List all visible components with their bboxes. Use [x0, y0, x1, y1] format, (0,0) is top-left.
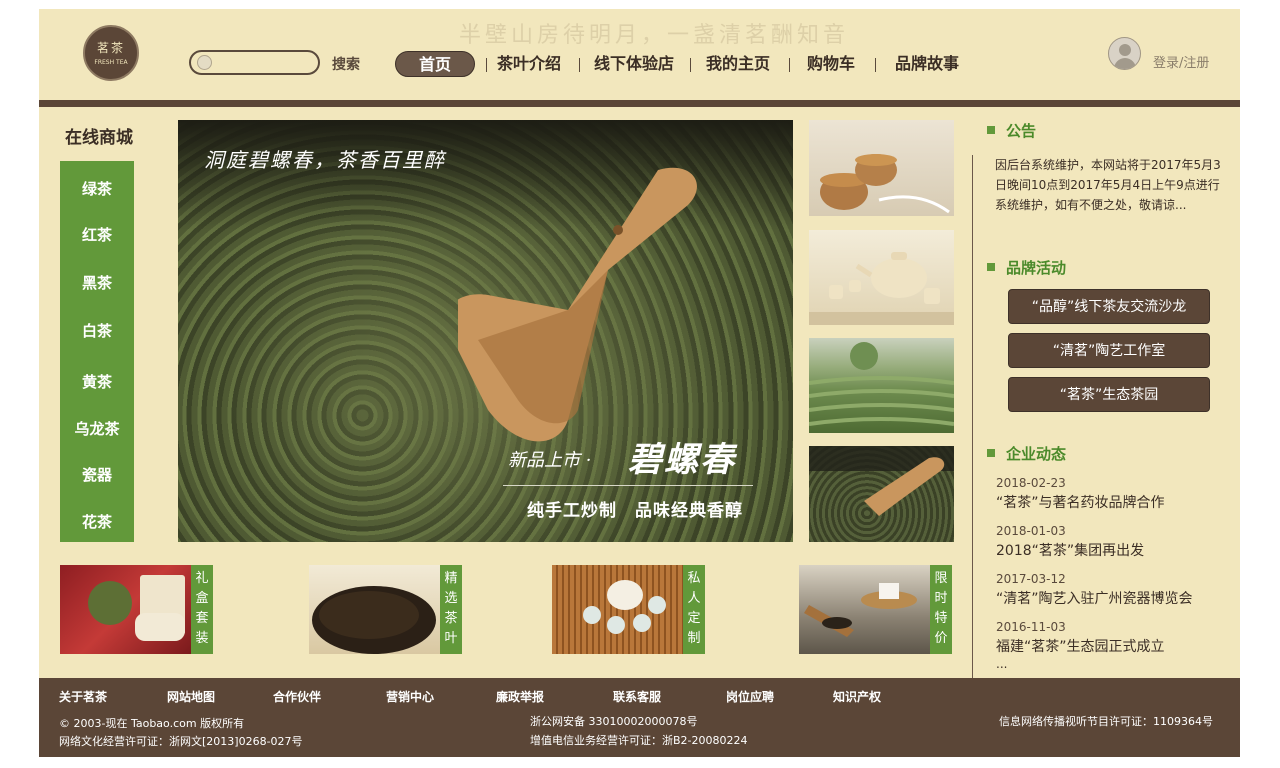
category-list: 绿茶 红茶 黑茶 白茶 黄茶 乌龙茶 瓷器 花茶	[60, 161, 134, 542]
footer-link-jobs[interactable]: 岗位应聘	[726, 688, 774, 705]
category-black-tea[interactable]: 红茶	[60, 224, 134, 245]
news-date: 2016-11-03	[996, 620, 1066, 634]
news-item[interactable]: “清茗”陶艺入驻广州瓷器博览会	[996, 588, 1193, 608]
nav-separator	[690, 58, 691, 72]
notice-title: 公告	[1006, 122, 1037, 140]
product-label: 精选茶叶	[440, 565, 462, 654]
footer-link-sitemap[interactable]: 网站地图	[167, 688, 215, 705]
logo-subtext: FRESH TEA	[94, 59, 128, 66]
news-title: 企业动态	[1006, 445, 1067, 463]
news-item[interactable]: “茗茶”与著名药妆品牌合作	[996, 492, 1165, 512]
hero-banner[interactable]: 洞庭碧螺春，茶香百里醉 新品上市 · 碧螺春 纯手工炒制 品味经典香醇	[178, 120, 793, 542]
thumbnail-biluochun-banner[interactable]	[809, 446, 954, 542]
footer-link-partners[interactable]: 合作伙伴	[273, 688, 321, 705]
nav-brand-story[interactable]: 品牌故事	[895, 51, 959, 77]
news-item[interactable]: 福建“茗茶”生态园正式成立	[996, 636, 1165, 656]
nav-cart[interactable]: 购物车	[807, 51, 855, 77]
page: 茗茶 FRESH TEA 半壁山房待明月，一盏清茗酬知音 搜索 首页 茶叶介绍 …	[39, 9, 1240, 757]
banner-divider	[503, 485, 753, 486]
bullet-icon	[987, 125, 995, 134]
footer-link-about[interactable]: 关于茗茶	[59, 688, 107, 705]
column-divider	[972, 155, 973, 680]
bullet-icon	[987, 448, 995, 457]
header-divider	[39, 100, 1240, 107]
search-button[interactable]: 搜索	[332, 54, 360, 74]
nav-offline-store[interactable]: 线下体验店	[594, 51, 674, 77]
footer: 关于茗茶 网站地图 合作伙伴 营销中心 廉政举报 联系客服 岗位应聘 知识产权 …	[39, 678, 1240, 757]
footer-culture-license: 网络文化经营许可证：浙网文[2013]0268-027号	[59, 735, 303, 748]
notice-heading: 公告	[987, 120, 1036, 141]
category-dark-tea[interactable]: 黑茶	[60, 272, 134, 293]
search-box	[189, 50, 320, 75]
search-input[interactable]	[217, 53, 315, 72]
category-green-tea[interactable]: 绿茶	[60, 178, 134, 199]
nav-home[interactable]: 首页	[395, 51, 475, 77]
nav-my-page[interactable]: 我的主页	[706, 51, 770, 77]
nav-separator	[789, 58, 790, 72]
nav-separator	[875, 58, 876, 72]
footer-link-support[interactable]: 联系客服	[613, 688, 661, 705]
header-slogan: 半壁山房待明月，一盏清茗酬知音	[459, 23, 850, 48]
category-porcelain[interactable]: 瓷器	[60, 464, 134, 485]
footer-copyright: © 2003-现在 Taobao.com 版权所有	[59, 717, 245, 730]
banner-heading: 洞庭碧螺春，茶香百里醉	[204, 148, 446, 172]
nav-separator	[579, 58, 580, 72]
banner-subtitle: 纯手工炒制 品味经典香醇	[527, 501, 743, 521]
notice-text: 因后台系统维护，本网站将于2017年5月3日晚间10点到2017年5月4日上午9…	[995, 158, 1221, 212]
news-heading: 企业动态	[987, 443, 1066, 464]
footer-link-ip[interactable]: 知识产权	[833, 688, 881, 705]
activity-button-pottery[interactable]: “清茗”陶艺工作室	[1008, 333, 1210, 368]
news-date: 2018-01-03	[996, 524, 1066, 538]
footer-icp: 浙公网安备 33010002000078号	[530, 715, 698, 728]
nav-tea-intro[interactable]: 茶叶介绍	[497, 51, 561, 77]
product-label: 限时特价	[930, 565, 952, 654]
thumbnail-teapot-set[interactable]	[809, 230, 954, 325]
banner-new-tag: 新品上市 ·	[508, 450, 592, 471]
footer-av-license: 信息网络传播视听节目许可证：1109364号	[999, 715, 1213, 728]
wooden-scoop-image	[458, 167, 697, 442]
category-oolong[interactable]: 乌龙茶	[60, 418, 134, 439]
header: 茗茶 FRESH TEA 半壁山房待明月，一盏清茗酬知音 搜索 首页 茶叶介绍 …	[39, 9, 1240, 99]
activity-button-tea-garden[interactable]: “茗茶”生态茶园	[1008, 377, 1210, 412]
sidebar-title: 在线商城	[65, 128, 133, 148]
category-flower-tea[interactable]: 花茶	[60, 511, 134, 532]
category-white-tea[interactable]: 白茶	[60, 320, 134, 341]
category-yellow-tea[interactable]: 黄茶	[60, 371, 134, 392]
news-date: 2017-03-12	[996, 572, 1066, 586]
footer-telecom-license: 增值电信业务经营许可证：浙B2-20080224	[530, 734, 748, 747]
activity-button-salon[interactable]: “品醇”线下茶友交流沙龙	[1008, 289, 1210, 324]
news-item[interactable]: 2018“茗茶”集团再出发	[996, 540, 1144, 560]
product-label: 私人定制	[683, 565, 705, 654]
activities-title: 品牌活动	[1006, 259, 1067, 277]
brand-logo[interactable]: 茗茶 FRESH TEA	[83, 25, 139, 81]
user-avatar-icon[interactable]	[1108, 37, 1141, 70]
news-more[interactable]: ...	[996, 657, 1007, 671]
bullet-icon	[987, 262, 995, 271]
logo-text: 茗茶	[96, 41, 125, 55]
nav-separator	[486, 58, 487, 72]
footer-link-report[interactable]: 廉政举报	[496, 688, 544, 705]
news-date: 2018-02-23	[996, 476, 1066, 490]
login-register-link[interactable]: 登录/注册	[1153, 52, 1209, 71]
thumbnail-tea-cups[interactable]	[809, 120, 954, 216]
banner-product-name: 碧螺春	[628, 440, 736, 480]
product-label: 礼盒套装	[191, 565, 213, 654]
thumbnail-tea-garden[interactable]	[809, 338, 954, 433]
search-icon	[197, 55, 212, 70]
activities-heading: 品牌活动	[987, 257, 1066, 278]
footer-link-marketing[interactable]: 营销中心	[386, 688, 434, 705]
